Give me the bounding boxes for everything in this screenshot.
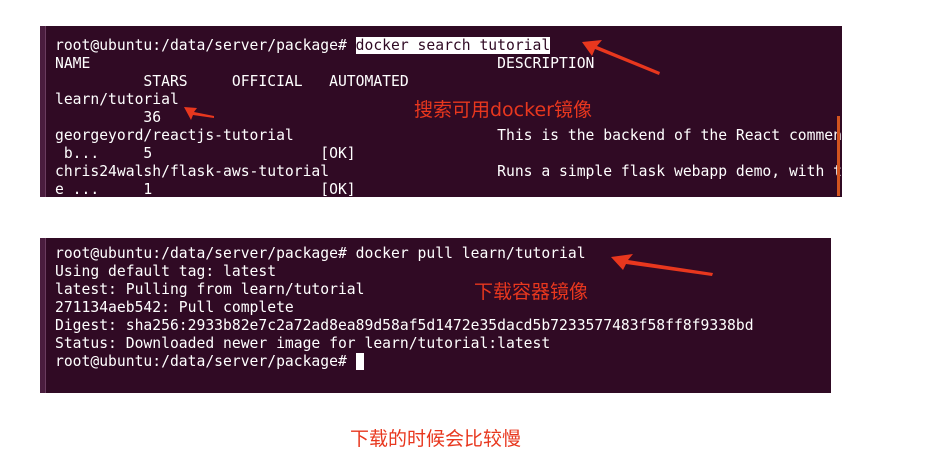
terminal-prompt: root@ubuntu:/data/server/package# [55, 37, 356, 54]
terminal-prompt: root@ubuntu:/data/server/package# [55, 353, 356, 370]
terminal-command-line[interactable]: root@ubuntu:/data/server/package# docker… [55, 37, 551, 55]
arrow-to-search-command [582, 40, 660, 75]
terminal-output-line: root@ubuntu:/data/server/package# docker… [55, 245, 586, 262]
terminal-left-border [40, 238, 46, 393]
terminal-output-line: georgeyord/reactjs-tutorial This is the … [55, 127, 842, 144]
arrow-to-learn-tutorial [184, 107, 214, 120]
terminal-output-line: 271134aeb542: Pull complete [55, 299, 294, 316]
terminal-left-border [40, 26, 46, 197]
terminal-output-line: STARS OFFICIAL AUTOMATED [55, 73, 409, 90]
terminal-output-line: b... 5 [OK] [55, 145, 356, 162]
terminal-output-line: 36 [55, 109, 162, 126]
terminal-output-line: Using default tag: latest [55, 263, 277, 280]
annotation-search: 搜索可用docker镜像 [414, 99, 592, 121]
terminal-output-line: latest: Pulling from learn/tutorial [55, 281, 365, 298]
terminal-cursor [355, 353, 364, 370]
annotation-note: 下载的时候会比较慢 [350, 428, 522, 450]
terminal-scrollbar[interactable] [837, 116, 840, 196]
terminal-output-line: NAME DESCRIPTION [55, 55, 595, 72]
highlighted-command: docker search tutorial [355, 37, 551, 54]
terminal-output-line: e ... 1 [OK] [55, 181, 356, 197]
arrow-to-pull-command [611, 254, 713, 276]
terminal-output-line: Status: Downloaded newer image for learn… [55, 335, 551, 352]
annotation-pull: 下载容器镜像 [474, 281, 589, 303]
terminal-prompt-line[interactable]: root@ubuntu:/data/server/package# [55, 353, 364, 371]
terminal-output-line: Digest: sha256:2933b82e7c2a72ad8ea89d58a… [55, 317, 754, 334]
terminal-output-line: learn/tutorial [55, 91, 179, 108]
terminal-output-line: chris24walsh/flask-aws-tutorial Runs a s… [55, 163, 842, 180]
